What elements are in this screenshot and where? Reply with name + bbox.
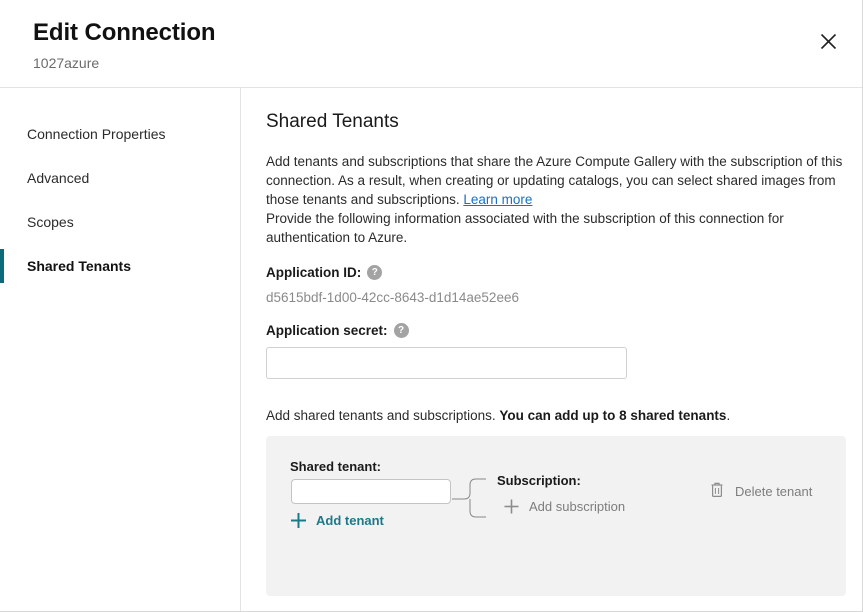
application-id-label-row: Application ID: ? (266, 265, 844, 280)
section-title: Shared Tenants (266, 111, 844, 133)
add-tenants-info-tail: . (726, 408, 730, 423)
section-description-secondary: Provide the following information associ… (266, 209, 844, 247)
application-id-label: Application ID: (266, 265, 361, 280)
add-tenants-info: Add shared tenants and subscriptions. Yo… (266, 408, 844, 423)
application-id-value: d5615bdf-1d00-42cc-8643-d1d14ae52ee6 (266, 290, 844, 305)
main-content: Shared Tenants Add tenants and subscript… (241, 88, 862, 611)
add-tenant-button[interactable]: Add tenant (290, 512, 384, 529)
sidebar-item-label: Advanced (27, 170, 89, 186)
sidebar-item-label: Scopes (27, 214, 74, 230)
application-secret-input[interactable] (266, 347, 627, 379)
close-icon (820, 33, 837, 50)
add-subscription-label: Add subscription (529, 499, 625, 514)
sidebar-item-advanced[interactable]: Advanced (0, 156, 240, 200)
shared-tenant-input[interactable] (291, 479, 451, 504)
sidebar-item-label: Connection Properties (27, 126, 166, 142)
section-description: Add tenants and subscriptions that share… (266, 152, 844, 209)
application-secret-label-row: Application secret: ? (266, 323, 844, 338)
close-button[interactable] (810, 23, 846, 59)
help-icon[interactable]: ? (394, 323, 409, 338)
delete-tenant-label: Delete tenant (735, 484, 812, 499)
shared-tenant-label: Shared tenant: (290, 459, 381, 474)
plus-icon (503, 498, 520, 515)
plus-icon (290, 512, 307, 529)
page-title: Edit Connection (33, 18, 862, 48)
add-subscription-button[interactable]: Add subscription (503, 498, 625, 515)
delete-tenant-button[interactable]: Delete tenant (709, 481, 812, 501)
learn-more-link[interactable]: Learn more (463, 192, 532, 207)
subscription-label: Subscription: (497, 473, 581, 488)
connection-name-subtitle: 1027azure (33, 53, 862, 73)
sidebar-item-connection-properties[interactable]: Connection Properties (0, 112, 240, 156)
sidebar-item-label: Shared Tenants (27, 258, 131, 274)
add-tenant-label: Add tenant (316, 513, 384, 528)
tenant-panel: Shared tenant: Add tenant (266, 436, 846, 596)
application-secret-label: Application secret: (266, 323, 388, 338)
trash-icon (709, 481, 725, 501)
sidebar-nav: Connection Properties Advanced Scopes Sh… (0, 88, 241, 611)
edit-connection-dialog: Edit Connection 1027azure Connection Pro… (0, 0, 863, 612)
sidebar-item-shared-tenants[interactable]: Shared Tenants (0, 244, 240, 288)
tenant-subscription-connector-icon (452, 476, 490, 522)
add-tenants-info-normal: Add shared tenants and subscriptions. (266, 408, 499, 423)
description-text: Add tenants and subscriptions that share… (266, 154, 842, 207)
dialog-header: Edit Connection 1027azure (0, 0, 862, 88)
dialog-body: Connection Properties Advanced Scopes Sh… (0, 88, 862, 611)
sidebar-item-scopes[interactable]: Scopes (0, 200, 240, 244)
help-icon[interactable]: ? (367, 265, 382, 280)
add-tenants-info-bold: You can add up to 8 shared tenants (499, 408, 726, 423)
